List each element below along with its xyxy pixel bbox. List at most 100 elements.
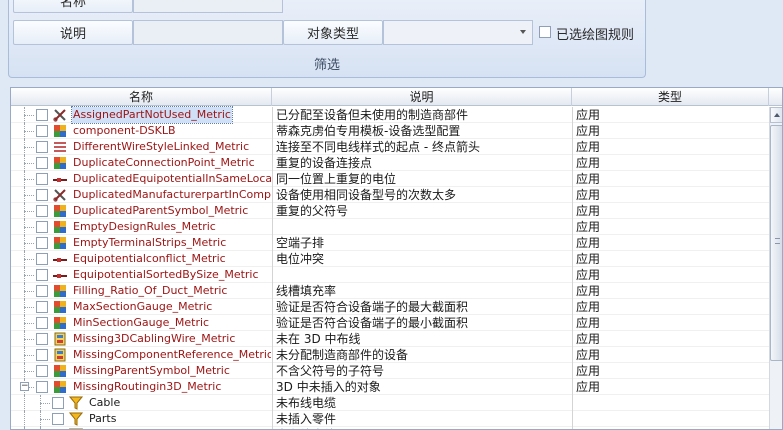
table-row[interactable]: MissingComponentReference_Metric 未分配制造商部件… (11, 347, 769, 363)
row-checkbox[interactable] (36, 365, 48, 377)
rule-description (272, 219, 572, 235)
colored-blocks-icon (53, 204, 67, 218)
row-checkbox[interactable] (36, 125, 48, 137)
rule-description: 重复的父符号 (272, 203, 572, 219)
selected-rules-checkbox[interactable] (539, 26, 551, 38)
rule-description: 空端子排 (272, 235, 572, 251)
rule-name: MaxSectionGauge_Metric (73, 300, 213, 313)
row-checkbox[interactable] (36, 221, 48, 233)
column-header-name[interactable]: 名称 (11, 88, 272, 106)
arrow-up-icon (774, 113, 780, 117)
table-row[interactable]: − MissingRoutingin3D_Metric 3D 中未插入的对象 应用 (11, 379, 769, 395)
row-checkbox[interactable] (36, 349, 48, 361)
grid-rows: AssignedPartNotUsed_Metric 已分配至设备但未使用的制造商… (11, 106, 769, 429)
tree-line (24, 307, 34, 308)
table-row[interactable]: DuplicateConnectionPoint_Metric 重复的设备连接点应… (11, 155, 769, 171)
funnel-icon (68, 412, 84, 426)
grip-icon (775, 238, 780, 244)
row-name-cell: MinSectionGauge_Metric (11, 315, 272, 331)
tree-line (24, 163, 34, 164)
table-row[interactable]: Missing3DCablingWire_Metric 未在 3D 中布线 应用 (11, 331, 769, 347)
table-row[interactable]: MissingParentSymbol_Metric 不含父符号的子符号 应用 (11, 363, 769, 379)
row-checkbox[interactable] (36, 157, 48, 169)
table-row[interactable]: EmptyTerminalStrips_Metric 空端子排 应用 (11, 235, 769, 251)
row-checkbox[interactable] (36, 253, 48, 265)
row-name-cell: Equipotentialconflict_Metric (11, 251, 272, 267)
rule-name: Cable (89, 396, 121, 409)
chevron-down-icon (520, 30, 526, 34)
table-row[interactable]: Filling_Ratio_Of_Duct_Metric 线槽填充率 应用 (11, 283, 769, 299)
table-row[interactable]: DuplicatedEquipotentialInSameLocatio…同一位… (11, 171, 769, 187)
column-header-description[interactable]: 说明 (272, 88, 572, 106)
tree-line (24, 339, 34, 340)
table-row[interactable]: EmptyDesignRules_Metric 应用 (11, 219, 769, 235)
row-checkbox[interactable] (36, 285, 48, 297)
object-type-select[interactable] (383, 20, 533, 45)
row-checkbox[interactable] (36, 141, 48, 153)
row-checkbox[interactable] (36, 109, 48, 121)
row-checkbox[interactable] (36, 173, 48, 185)
table-row[interactable]: MinSectionGauge_Metric 验证是否符合设备端子的最小截面积 应用 (11, 315, 769, 331)
rule-name: EmptyDesignRules_Metric (73, 220, 216, 233)
table-row[interactable]: AssignedPartNotUsed_Metric 已分配至设备但未使用的制造商… (11, 106, 769, 124)
description-filter-input[interactable] (133, 20, 283, 45)
rule-name: MinSectionGauge_Metric (73, 316, 210, 329)
row-checkbox[interactable] (36, 205, 48, 217)
tree-line (24, 211, 34, 212)
rule-type: 应用 (572, 123, 769, 139)
table-row[interactable]: Parts 未插入零件 (11, 411, 769, 427)
rule-name: EquipotentialSortedBySize_Metric (73, 268, 259, 281)
wrench-scissors-icon (53, 188, 67, 202)
rule-name: DuplicateConnectionPoint_Metric (73, 156, 255, 169)
vertical-scrollbar[interactable] (769, 107, 782, 429)
row-checkbox[interactable] (36, 333, 48, 345)
rule-description: 线槽填充率 (272, 283, 572, 299)
rule-description: 未在 3D 中布线 (272, 331, 572, 347)
row-checkbox[interactable] (36, 189, 48, 201)
row-checkbox[interactable] (52, 397, 64, 409)
scroll-thumb[interactable] (770, 125, 782, 361)
row-checkbox[interactable] (52, 413, 64, 425)
row-checkbox[interactable] (36, 317, 48, 329)
rule-name: DuplicatedParentSymbol_Metric (73, 204, 249, 217)
column-header-type[interactable]: 类型 (572, 88, 769, 106)
rule-description: 验证是否符合设备端子的最小截面积 (272, 315, 572, 331)
name-filter-input[interactable] (133, 0, 283, 13)
rule-description: 未插入零件 (272, 411, 572, 427)
table-row[interactable]: MaxSectionGauge_Metric 验证是否符合设备端子的最大截面积 应用 (11, 299, 769, 315)
tree-line (24, 323, 34, 324)
row-name-cell: − MissingRoutingin3D_Metric (11, 379, 272, 395)
row-checkbox[interactable] (36, 381, 48, 393)
table-row[interactable]: DifferentWireStyleLinked_Metric 连接至不同电线样式… (11, 139, 769, 155)
rule-type: 应用 (572, 235, 769, 251)
tree-line (24, 395, 25, 411)
rule-type: 应用 (572, 299, 769, 315)
row-name-cell: Missing3DCablingWire_Metric (11, 331, 272, 347)
rule-type: 应用 (572, 347, 769, 363)
table-row[interactable]: component-DSKLB 蒂森克虏伯专用模板-设备选型配置 应用 (11, 123, 769, 139)
funnel-icon (68, 396, 84, 410)
colored-blocks-icon (53, 316, 67, 330)
table-row[interactable]: EquipotentialSortedBySize_Metric 应用 (11, 267, 769, 283)
tree-line (24, 291, 34, 292)
table-row[interactable]: Cable 未布线电缆 (11, 395, 769, 411)
rule-type: 应用 (572, 139, 769, 155)
rule-type: 应用 (572, 171, 769, 187)
rule-type: 应用 (572, 107, 769, 123)
rules-grid: 名称 说明 类型 AssignedPartNotUsed_Metric 已分配至设… (10, 87, 783, 430)
row-name-cell: AssignedPartNotUsed_Metric (11, 106, 272, 124)
table-row[interactable]: DuplicatedParentSymbol_Metric 重复的父符号 应用 (11, 203, 769, 219)
table-row[interactable]: Equipotentialconflict_Metric 电位冲突 应用 (11, 251, 769, 267)
cabinet-icon (53, 348, 67, 362)
selected-rules-label: 已选绘图规则 (556, 28, 635, 43)
collapse-toggle-icon[interactable]: − (20, 382, 29, 391)
rule-type: 应用 (572, 363, 769, 379)
rule-type (572, 395, 769, 411)
row-checkbox[interactable] (36, 269, 48, 281)
rule-description: 验证是否符合设备端子的最大截面积 (272, 299, 572, 315)
table-row[interactable]: DuplicatedManufacturerpartInCompon…设备使用相… (11, 187, 769, 203)
tree-line (24, 131, 34, 132)
row-checkbox[interactable] (36, 301, 48, 313)
scroll-up-button[interactable] (770, 107, 782, 123)
row-checkbox[interactable] (36, 237, 48, 249)
